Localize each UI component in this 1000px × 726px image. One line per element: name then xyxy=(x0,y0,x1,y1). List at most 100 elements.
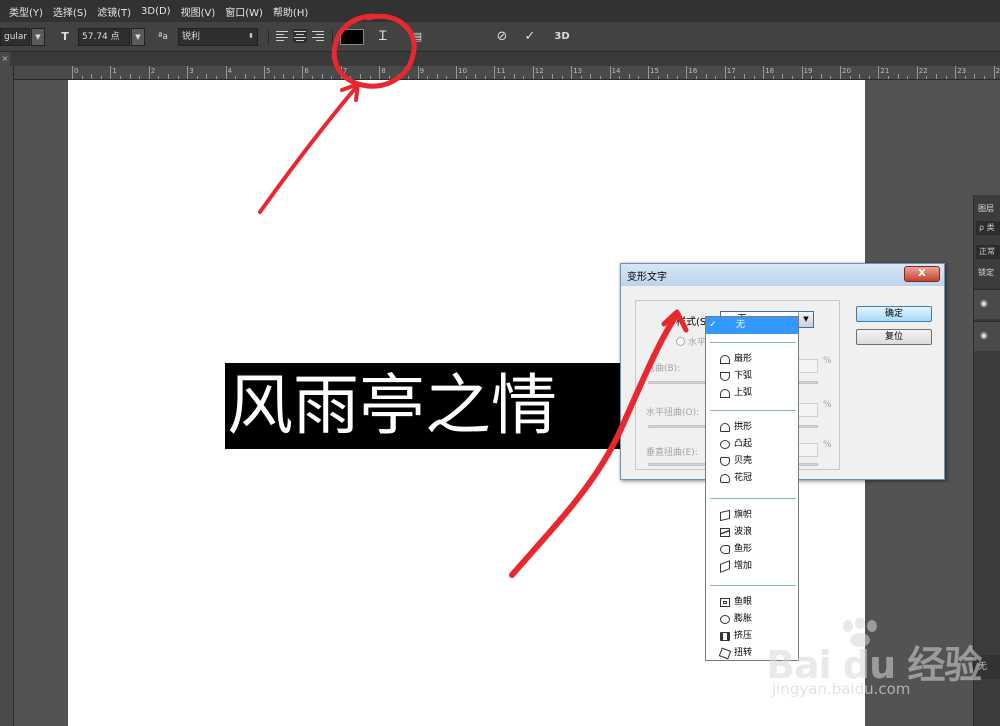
layer-row[interactable]: ◉ xyxy=(974,321,1000,351)
ruler-subtick xyxy=(600,76,601,79)
style-option-none[interactable]: ✓ 无 xyxy=(706,317,798,334)
ruler-tick xyxy=(417,66,419,79)
ruler-subtick xyxy=(888,76,889,79)
warp-text-icon[interactable]: Ꮖ xyxy=(374,28,392,46)
ruler-subtick xyxy=(196,76,198,79)
style-option[interactable]: 拱形 xyxy=(706,419,798,436)
ruler-subtick xyxy=(312,76,313,79)
horizontal-distort-input[interactable] xyxy=(796,403,818,417)
style-option[interactable]: 扇形 xyxy=(706,351,798,368)
style-option[interactable]: 凸起 xyxy=(706,436,798,453)
style-option[interactable]: 下弧 xyxy=(706,368,798,385)
eye-icon[interactable]: ◉ xyxy=(980,299,990,309)
ruler-subtick xyxy=(638,76,640,79)
align-right-icon[interactable] xyxy=(312,29,326,43)
hdistort-percent: % xyxy=(823,400,832,410)
ruler-subtick xyxy=(696,76,697,79)
layer-search[interactable]: ρ 类 xyxy=(976,221,1000,235)
style-option-label: 旗帜 xyxy=(734,510,753,520)
antialias-chevron-icon[interactable]: ⬍ xyxy=(244,28,258,46)
ruler-subtick xyxy=(705,74,707,79)
style-option[interactable]: 鱼形 xyxy=(706,541,798,558)
style-option-label: 挤压 xyxy=(734,631,753,641)
menu-filter[interactable]: 滤镜(T) xyxy=(92,4,136,19)
font-style-select[interactable]: gular xyxy=(0,28,30,46)
style-option-label: 贝壳 xyxy=(734,456,753,466)
ruler-subtick xyxy=(158,76,160,79)
style-option-label: 扇形 xyxy=(734,354,753,364)
style-chevron-down-icon[interactable]: ▼ xyxy=(798,312,813,327)
ruler-tick xyxy=(110,66,112,79)
list-separator xyxy=(710,410,796,411)
ruler-tick xyxy=(456,66,457,79)
menu-3d[interactable]: 3D(D) xyxy=(136,6,176,17)
ruler-subtick xyxy=(830,76,832,79)
bend-percent: % xyxy=(823,356,832,366)
style-option-label: 凸起 xyxy=(734,439,753,449)
ruler-subtick xyxy=(388,76,390,79)
align-left-icon[interactable] xyxy=(276,29,290,43)
ruler-subtick xyxy=(926,76,928,79)
horizontal-label: 水平 xyxy=(688,338,707,348)
ruler-tick-label: 4 xyxy=(227,67,233,75)
squeeze-icon xyxy=(720,632,730,641)
font-size-chevron-icon[interactable]: ▼ xyxy=(131,28,145,46)
ruler-subtick xyxy=(484,76,486,79)
ruler-subtick xyxy=(657,76,659,79)
style-option[interactable]: 花冠 xyxy=(706,470,798,487)
ruler-tick xyxy=(955,66,957,79)
menu-view[interactable]: 视图(V) xyxy=(176,4,221,19)
ruler-tick-label: 10 xyxy=(458,67,467,75)
ruler-subtick xyxy=(868,76,870,79)
threed-button[interactable]: 3D xyxy=(553,28,571,46)
font-style-chevron-icon[interactable]: ▼ xyxy=(31,28,45,46)
layer-row[interactable]: ◉ xyxy=(974,289,1000,319)
ruler-tick-label: 7 xyxy=(342,67,348,75)
fisheye-icon xyxy=(720,598,730,607)
eye-icon[interactable]: ◉ xyxy=(980,331,990,341)
menu-window[interactable]: 窗口(W) xyxy=(220,4,268,19)
ruler-subtick xyxy=(811,76,813,79)
ruler-subtick xyxy=(350,76,352,79)
font-size-field[interactable]: 57.74 点 xyxy=(78,28,130,46)
style-option[interactable]: 贝壳 xyxy=(706,453,798,470)
menu-help[interactable]: 帮助(H) xyxy=(268,4,313,19)
layers-tab[interactable]: 图层 xyxy=(974,203,1000,215)
bend-input[interactable] xyxy=(796,359,818,373)
style-option-label: 膨胀 xyxy=(734,614,753,624)
align-center-icon[interactable] xyxy=(293,29,307,43)
commit-icon[interactable]: ✓ xyxy=(521,28,539,46)
reset-button[interactable]: 复位 xyxy=(856,329,932,345)
style-option[interactable]: 增加 xyxy=(706,558,798,575)
ruler-tick xyxy=(148,66,150,79)
ruler-subtick xyxy=(628,74,630,79)
horizontal-radio[interactable] xyxy=(676,337,685,346)
ruler-subtick xyxy=(129,74,131,79)
style-option[interactable]: 旗帜 xyxy=(706,507,798,524)
canvas-text[interactable]: 风雨亭之情 xyxy=(227,367,557,445)
dialog-titlebar[interactable]: 变形文字 X xyxy=(621,264,944,286)
style-option[interactable]: 波浪 xyxy=(706,524,798,541)
ruler-subtick xyxy=(408,76,409,79)
ok-button[interactable]: 确定 xyxy=(856,306,932,322)
style-option[interactable]: 上弧 xyxy=(706,385,798,402)
ruler-subtick xyxy=(465,76,467,79)
text-layer-selection[interactable]: 风雨亭之情 xyxy=(225,363,625,449)
cancel-icon[interactable]: ⊘ xyxy=(493,28,511,46)
tab-close-icon[interactable]: × xyxy=(0,52,10,66)
character-panel-icon[interactable]: ▤ xyxy=(408,28,426,46)
text-color-swatch[interactable] xyxy=(340,29,364,45)
menu-type[interactable]: 类型(Y) xyxy=(4,4,48,19)
ruler-subtick xyxy=(331,76,333,79)
ruler-subtick xyxy=(552,74,553,79)
blend-mode-select[interactable]: 正常 xyxy=(976,245,1000,259)
ruler-subtick xyxy=(446,76,448,79)
menu-select[interactable]: 选择(S) xyxy=(48,4,92,19)
style-option-label: 无 xyxy=(736,320,746,330)
arch-icon xyxy=(720,423,730,432)
ruler-subtick xyxy=(244,74,246,79)
ruler-tick xyxy=(724,66,726,79)
vertical-distort-input[interactable] xyxy=(796,443,818,457)
dialog-close-button[interactable]: X xyxy=(904,266,940,282)
style-option[interactable]: 鱼眼 xyxy=(706,594,798,611)
